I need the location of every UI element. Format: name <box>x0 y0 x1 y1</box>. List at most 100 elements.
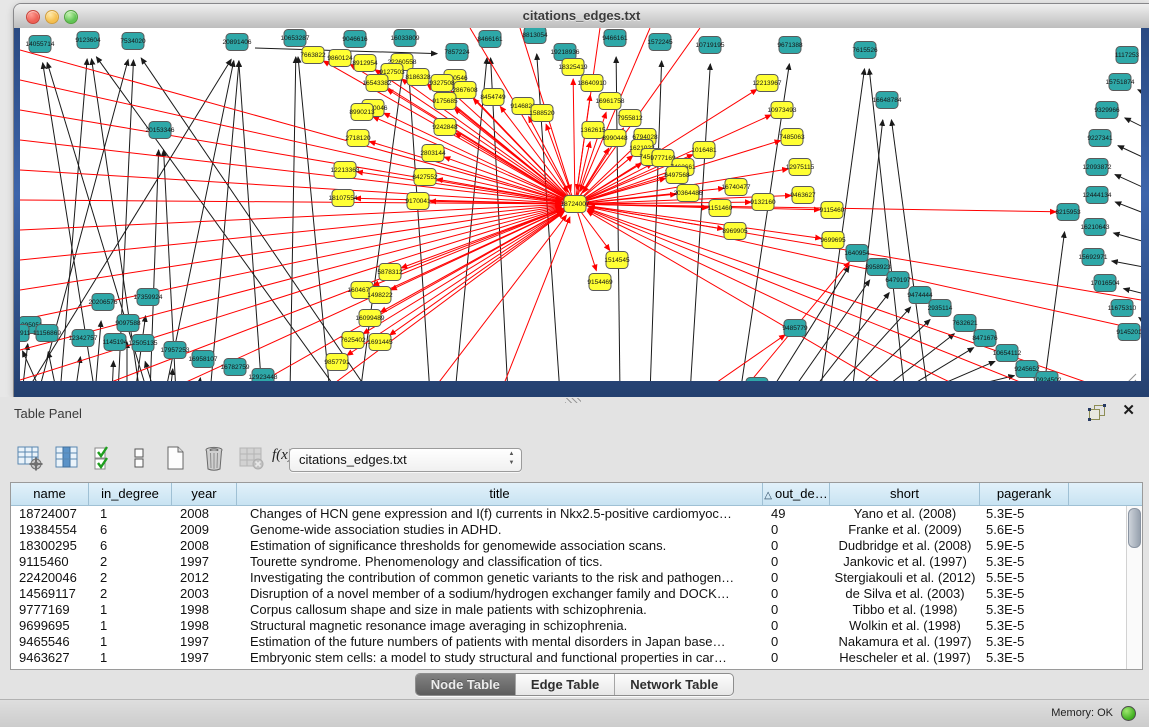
node-label: 1362615 <box>580 127 606 134</box>
network-selector[interactable]: citations_edges.txt ▲▼ <box>289 448 522 472</box>
node-label: 17359924 <box>134 294 163 301</box>
table-row[interactable]: 946554611997Estimation of the future num… <box>11 634 1127 650</box>
delete-column-button[interactable] <box>200 444 228 472</box>
cell-year: 2008 <box>172 506 237 522</box>
node-label: 12444134 <box>1083 192 1112 199</box>
combo-stepper-icon: ▲▼ <box>504 450 519 470</box>
node-label: 8969905 <box>722 228 748 235</box>
table-row[interactable]: 977716911998Corpus callosum shape and si… <box>11 602 1127 618</box>
node-label: 7663822 <box>300 52 326 59</box>
node-label: 9485779 <box>782 325 808 332</box>
table-header: namein_degreeyeartitle△out_de…shortpager… <box>11 483 1142 506</box>
table-row[interactable]: 946362711997Embryonic stem cells: a mode… <box>11 650 1127 666</box>
cell-name: 9699695 <box>11 618 89 634</box>
cell-short: Yano et al. (2008) <box>830 506 980 522</box>
table-row[interactable]: 1938455462009Genome-wide association stu… <box>11 522 1127 538</box>
node-label: 9474444 <box>907 292 933 299</box>
cell-pagerank: 5.3E-5 <box>980 650 1069 666</box>
black-edge <box>298 57 330 381</box>
black-edge <box>820 69 865 381</box>
node-label: 9227341 <box>1087 135 1113 142</box>
tab-node-table[interactable]: Node Table <box>416 674 515 695</box>
node-label: 18640910 <box>578 80 607 87</box>
cell-pagerank: 5.3E-5 <box>980 586 1069 602</box>
zoom-window-button[interactable] <box>64 10 78 24</box>
float-panel-button[interactable] <box>1089 405 1105 420</box>
cell-out-de-: 0 <box>763 634 830 650</box>
table-body: 1872400712008Changes of HCN gene express… <box>11 506 1127 669</box>
node-label: 12093872 <box>1083 164 1112 171</box>
cell-in-degree: 2 <box>89 570 172 586</box>
column-header-short[interactable]: short <box>830 483 980 506</box>
close-panel-button[interactable]: ✕ <box>1122 402 1135 420</box>
canvas-resize-grip[interactable] <box>1118 374 1136 381</box>
node-label: 7857224 <box>444 49 470 56</box>
red-edge <box>20 205 561 230</box>
cell-year: 1997 <box>172 554 237 570</box>
delete-table-button[interactable] <box>238 444 266 472</box>
node-label: 20206576 <box>89 299 118 306</box>
create-column-button[interactable] <box>162 444 190 472</box>
tab-network-table[interactable]: Network Table <box>614 674 733 695</box>
cell-pagerank: 5.5E-5 <box>980 570 1069 586</box>
cell-out-de-: 0 <box>763 538 830 554</box>
cell-in-degree: 6 <box>89 538 172 554</box>
network-canvas[interactable]: 1405571491236047534020208914061065328790… <box>20 28 1141 381</box>
cell-out-de-: 0 <box>763 618 830 634</box>
scrollbar-thumb[interactable] <box>1128 508 1141 548</box>
node-label: 20891406 <box>223 39 252 46</box>
node-label: 1640954 <box>844 250 870 257</box>
column-chooser-button[interactable] <box>54 444 82 472</box>
table-row[interactable]: 1830029562008Estimation of significance … <box>11 538 1127 554</box>
table-settings-button[interactable] <box>16 444 44 472</box>
minimize-window-button[interactable] <box>45 10 59 24</box>
column-header-title[interactable]: title <box>237 483 763 506</box>
panel-splitter-grip[interactable] <box>565 398 581 403</box>
node-label: 6479197 <box>885 277 911 284</box>
window-title: citations_edges.txt <box>14 4 1149 28</box>
node-label: 6497568 <box>664 172 690 179</box>
column-header-pagerank[interactable]: pagerank <box>980 483 1069 506</box>
column-header-out-de-[interactable]: △out_de… <box>763 483 830 506</box>
graph-node[interactable] <box>746 378 768 382</box>
black-edge <box>145 362 155 381</box>
node-label: 16033809 <box>391 35 420 42</box>
node-label: 16958107 <box>189 356 218 363</box>
citation-graph[interactable]: 1405571491236047534020208914061065328790… <box>20 28 1141 381</box>
checkbox-list-button[interactable] <box>92 444 120 472</box>
cell-pagerank: 5.6E-5 <box>980 522 1069 538</box>
cell-year: 2009 <box>172 522 237 538</box>
red-edge <box>588 209 1050 381</box>
node-label: 1572245 <box>647 39 673 46</box>
close-window-button[interactable] <box>26 10 40 24</box>
table-row[interactable]: 969969511998Structural magnetic resonanc… <box>11 618 1127 634</box>
table-row[interactable]: 1456911722003Disruption of a novel membe… <box>11 586 1127 602</box>
cell-year: 2012 <box>172 570 237 586</box>
node-label: 7534020 <box>120 38 146 45</box>
node-label: 10924502 <box>1033 377 1062 381</box>
node-label: 10654112 <box>993 350 1022 357</box>
network-view-frame: 1405571491236047534020208914061065328790… <box>14 28 1149 397</box>
table-row[interactable]: 2242004622012Investigating the contribut… <box>11 570 1127 586</box>
black-edge <box>1118 146 1141 160</box>
node-label: 10719195 <box>696 42 725 49</box>
tab-edge-table[interactable]: Edge Table <box>515 674 614 695</box>
column-header-year[interactable]: year <box>172 483 237 506</box>
window-titlebar[interactable]: citations_edges.txt <box>14 4 1149 29</box>
column-header-in-degree[interactable]: in_degree <box>89 483 172 506</box>
cell-pagerank: 5.3E-5 <box>980 554 1069 570</box>
table-row[interactable]: 911546021997Tourette syndrome. Phenomeno… <box>11 554 1127 570</box>
table-row[interactable]: 1872400712008Changes of HCN gene express… <box>11 506 1127 522</box>
column-chooser-icon <box>54 444 82 472</box>
node-label: 7632621 <box>952 320 978 327</box>
column-header-name[interactable]: name <box>11 483 89 506</box>
node-label: 9857791 <box>324 359 350 366</box>
network-selector-value: citations_edges.txt <box>299 449 407 471</box>
node-label: 9671388 <box>777 42 803 49</box>
network-window: citations_edges.txt 14055714912360475340… <box>14 4 1149 397</box>
vertical-scrollbar[interactable] <box>1126 506 1142 669</box>
node-label: 16648784 <box>873 97 902 104</box>
toggle-rows-button[interactable] <box>126 444 154 472</box>
float-icon-dot <box>1088 408 1091 411</box>
node-label: 1588520 <box>529 110 555 117</box>
